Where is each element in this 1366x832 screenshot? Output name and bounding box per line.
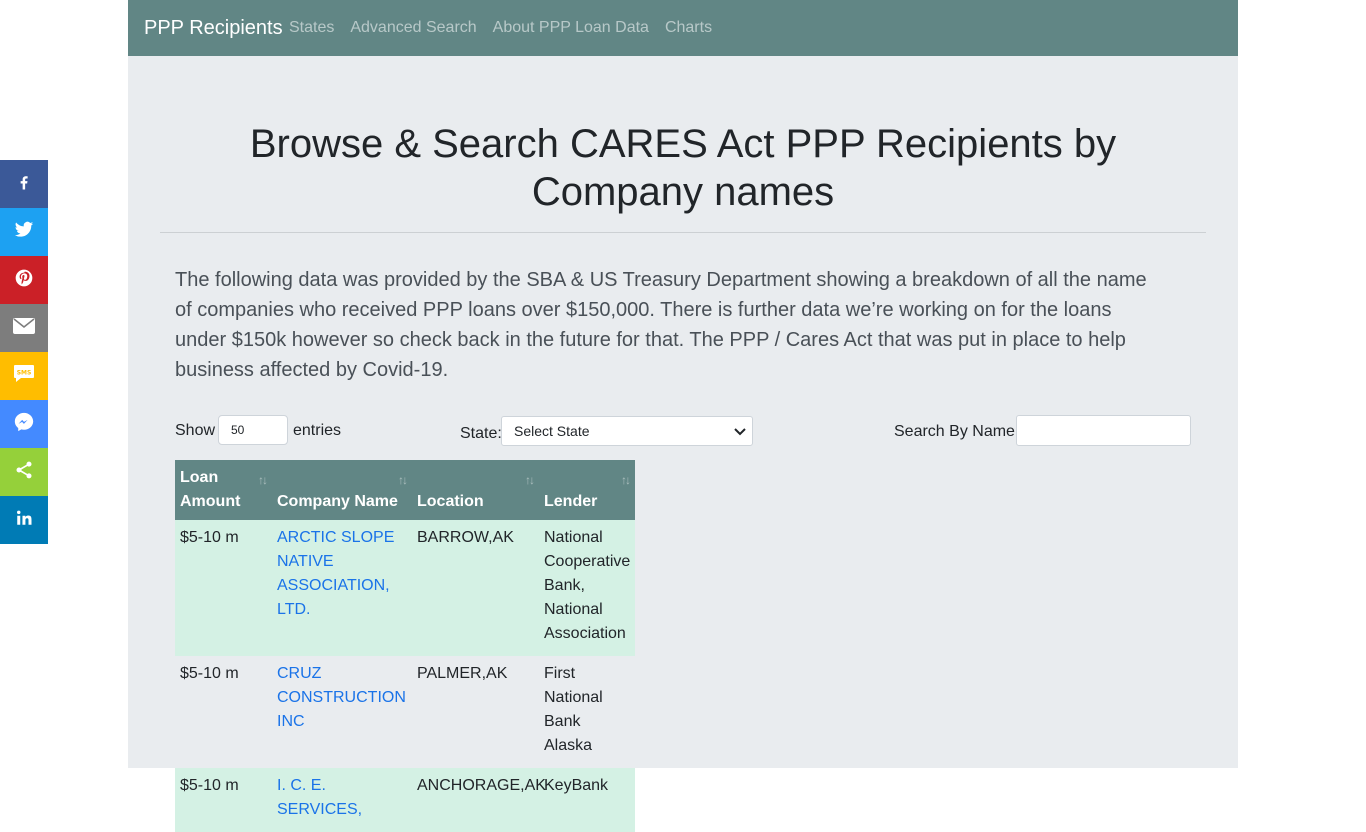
facebook-share-button[interactable] xyxy=(0,160,48,208)
lender-cell: National Cooperative Bank, National Asso… xyxy=(539,520,635,656)
nav-link-states[interactable]: States xyxy=(289,18,334,38)
email-share-button[interactable] xyxy=(0,304,48,352)
table-row: $5-10 m CRUZ CONSTRUCTION INC PALMER,AK … xyxy=(175,656,635,768)
table-header-row: Loan Amount ↑↓ Company Name ↑↓ Location ↑↓ … xyxy=(175,460,635,520)
navbar: PPP Recipients States Advanced Search Ab… xyxy=(128,0,1238,56)
company-link[interactable]: ARCTIC SLOPE NATIVE ASSOCIATION, LTD. xyxy=(277,529,394,618)
lender-cell: First National Bank Alaska xyxy=(539,656,635,768)
loan-amount-cell: $5-10 m xyxy=(175,768,272,832)
location-cell: ANCHORAGE,AK xyxy=(412,768,546,832)
pinterest-share-button[interactable] xyxy=(0,256,48,304)
sort-icon: ↑↓ xyxy=(398,473,408,487)
column-header-company-name[interactable]: Company Name ↑↓ xyxy=(272,460,412,520)
recipients-table: Loan Amount ↑↓ Company Name ↑↓ Location ↑↓ … xyxy=(175,460,635,832)
linkedin-share-button[interactable] xyxy=(0,496,48,544)
search-by-name-label: Search By Name xyxy=(894,423,1015,440)
column-header-label: Company Name xyxy=(277,493,398,510)
column-header-label: Loan Amount xyxy=(180,469,241,510)
company-name-cell: I. C. E. SERVICES, xyxy=(272,768,412,832)
entries-label: entries xyxy=(293,422,342,439)
column-header-lender[interactable]: Lender ↑↓ xyxy=(539,460,635,520)
navbar-brand[interactable]: PPP Recipients xyxy=(144,16,283,40)
sort-icon: ↑↓ xyxy=(258,473,268,487)
company-name-cell: CRUZ CONSTRUCTION INC xyxy=(272,656,412,768)
loan-amount-cell: $5-10 m xyxy=(175,656,272,768)
linkedin-icon xyxy=(15,509,33,532)
page-title: Browse & Search CARES Act PPP Recipients… xyxy=(249,122,1117,214)
messenger-share-button[interactable] xyxy=(0,400,48,448)
entries-length-value: 50 xyxy=(231,423,245,437)
chevron-down-icon xyxy=(734,417,746,445)
main-container: PPP Recipients States Advanced Search Ab… xyxy=(128,0,1238,832)
twitter-share-button[interactable] xyxy=(0,208,48,256)
twitter-icon xyxy=(14,221,34,244)
company-name-cell: ARCTIC SLOPE NATIVE ASSOCIATION, LTD. xyxy=(272,520,412,656)
show-label: Show xyxy=(175,422,216,439)
location-cell: PALMER,AK xyxy=(412,656,539,768)
state-filter-select[interactable]: Select State xyxy=(501,416,753,446)
column-header-label: Location xyxy=(417,493,484,510)
column-header-location[interactable]: Location ↑↓ xyxy=(412,460,539,520)
company-link[interactable]: I. C. E. SERVICES, xyxy=(277,777,362,818)
pinterest-icon xyxy=(14,268,34,293)
intro-paragraph: The following data was provided by the S… xyxy=(175,269,1147,381)
nav-link-charts[interactable]: Charts xyxy=(665,18,712,38)
entries-length-select[interactable]: 50 xyxy=(218,415,288,445)
share-icon xyxy=(14,460,34,485)
table-row: $5-10 m ARCTIC SLOPE NATIVE ASSOCIATION,… xyxy=(175,520,635,656)
messenger-icon xyxy=(13,411,35,438)
sms-icon: SMS xyxy=(13,364,35,389)
nav-links: States Advanced Search About PPP Loan Da… xyxy=(289,18,728,38)
table-row: $5-10 m I. C. E. SERVICES, ANCHORAGE,AK … xyxy=(175,768,635,832)
lender-cell: KeyBank xyxy=(539,768,635,832)
state-filter-label: State: xyxy=(460,425,502,442)
sort-icon: ↑↓ xyxy=(525,473,535,487)
facebook-icon xyxy=(15,173,33,196)
svg-text:SMS: SMS xyxy=(17,369,32,376)
search-by-name-input[interactable] xyxy=(1016,415,1191,446)
state-filter-value: Select State xyxy=(514,423,590,439)
sort-icon: ↑↓ xyxy=(621,473,631,487)
loan-amount-cell: $5-10 m xyxy=(175,520,272,656)
generic-share-button[interactable] xyxy=(0,448,48,496)
column-header-loan-amount[interactable]: Loan Amount ↑↓ xyxy=(175,460,272,520)
company-link[interactable]: CRUZ CONSTRUCTION INC xyxy=(277,665,406,730)
social-share-bar: SMS xyxy=(0,160,48,544)
column-header-label: Lender xyxy=(544,493,598,510)
email-icon xyxy=(13,317,35,339)
nav-link-advanced-search[interactable]: Advanced Search xyxy=(350,18,476,38)
nav-link-about[interactable]: About PPP Loan Data xyxy=(493,18,649,38)
sms-share-button[interactable]: SMS xyxy=(0,352,48,400)
location-cell: BARROW,AK xyxy=(412,520,539,656)
title-divider xyxy=(160,232,1206,233)
